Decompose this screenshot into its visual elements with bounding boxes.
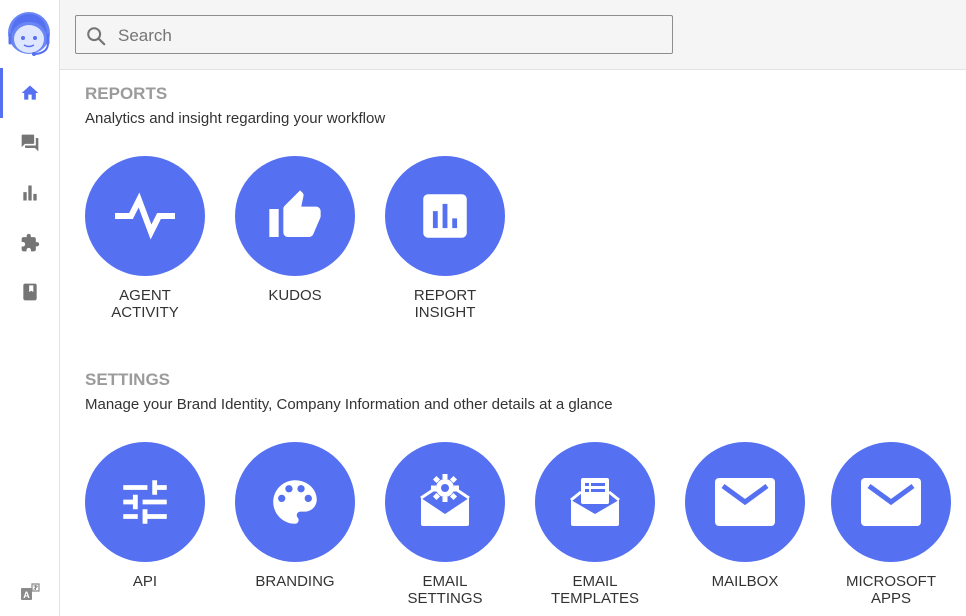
tile-label: KUDOS (268, 287, 322, 304)
tile-label: MICROSOFT APPS (846, 573, 936, 607)
bookmark-icon (22, 283, 37, 301)
sidebar-item-home[interactable] (0, 68, 59, 118)
mail-icon (715, 478, 775, 526)
tile-circle (535, 442, 655, 562)
tile-label: AGENT ACTIVITY (111, 287, 179, 321)
sliders-icon (123, 480, 167, 524)
chat-icon (21, 134, 38, 152)
tile-circle (685, 442, 805, 562)
translate-icon[interactable]: A (20, 582, 40, 602)
sidebar-item-integrations[interactable] (0, 218, 59, 268)
sidebar-item-reports[interactable] (0, 168, 59, 218)
tile-circle (85, 156, 205, 276)
search-input[interactable] (116, 16, 660, 55)
tile-circle (85, 442, 205, 562)
settings-section-title: SETTINGS (85, 370, 171, 389)
activity-icon (115, 192, 175, 240)
tile-label: API (132, 573, 158, 590)
home-icon (21, 85, 38, 100)
thumbs-up-icon (269, 190, 321, 237)
tile-circle (235, 442, 355, 562)
tile-label: EMAIL SETTINGS (407, 573, 483, 607)
email-template-icon (570, 478, 620, 526)
puzzle-icon (21, 233, 39, 252)
agent-avatar-logo[interactable] (5, 9, 53, 59)
reports-section-description: Analytics and insight regarding your wor… (85, 110, 386, 127)
search-box[interactable] (75, 15, 673, 55)
tile-label: BRANDING (255, 573, 335, 590)
reports-section-title: REPORTS (85, 84, 168, 103)
settings-section-description: Manage your Brand Identity, Company Info… (85, 396, 613, 413)
tile-label: MAILBOX (711, 573, 779, 590)
bar-chart-icon (22, 185, 37, 201)
tile-label: EMAIL TEMPLATES (550, 573, 640, 607)
search-icon (87, 27, 106, 46)
mail-icon (861, 478, 921, 526)
tile-circle (831, 442, 951, 562)
svg-text:A: A (23, 590, 30, 600)
tile-circle (235, 156, 355, 276)
email-settings-icon (420, 474, 470, 526)
report-chart-icon (423, 194, 467, 238)
tile-circle (385, 442, 505, 562)
tile-label: REPORT INSIGHT (413, 287, 477, 321)
sidebar-item-chat[interactable] (0, 118, 59, 168)
palette-icon (273, 480, 317, 524)
top-bar (60, 0, 966, 70)
sidebar: A (0, 0, 60, 616)
tile-circle (385, 156, 505, 276)
sidebar-item-bookmarks[interactable] (0, 267, 59, 317)
